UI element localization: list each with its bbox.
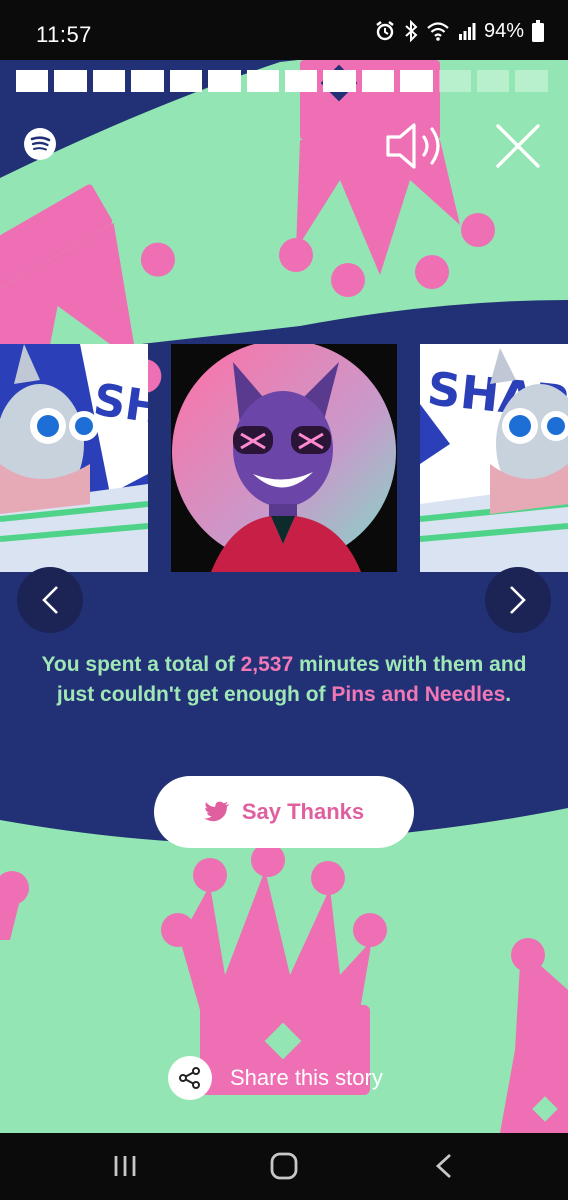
share-icon-circle <box>168 1056 212 1100</box>
spotify-logo-icon <box>24 128 56 160</box>
progress-segment <box>323 70 356 92</box>
home-icon[interactable] <box>268 1151 300 1181</box>
status-time: 11:57 <box>36 22 92 47</box>
progress-segment <box>16 70 49 92</box>
recent-apps-icon[interactable] <box>110 1151 140 1181</box>
say-thanks-label: Say Thanks <box>241 799 365 824</box>
listening-summary: You spent a total of 2,537 minutes with … <box>40 650 528 710</box>
speaker-icon[interactable] <box>384 118 454 174</box>
album-art-current[interactable] <box>171 344 397 572</box>
artist-name: Pins and Needles <box>331 683 506 706</box>
progress-segment <box>438 70 472 92</box>
progress-segment <box>92 70 126 92</box>
progress-segment <box>54 70 87 92</box>
progress-segment <box>515 70 548 92</box>
share-icon <box>179 1067 200 1089</box>
artwork-carousel: SHAPES SHAPES <box>0 344 568 572</box>
progress-segment <box>477 70 510 92</box>
status-icons: 94% <box>374 18 544 44</box>
progress-segment <box>208 70 241 92</box>
album-art-next[interactable]: SHAPES <box>420 344 568 572</box>
back-icon[interactable] <box>430 1151 458 1181</box>
battery-percentage: 94% <box>483 19 524 42</box>
share-label: Share this story <box>230 1065 383 1090</box>
progress-segment <box>284 70 318 92</box>
album-art-previous[interactable]: SHAPES <box>0 344 148 572</box>
battery-icon <box>532 20 544 42</box>
twitter-icon <box>203 801 229 822</box>
summary-suffix: . <box>505 683 512 706</box>
alarm-icon <box>376 21 394 41</box>
progress-segment <box>246 70 279 92</box>
system-nav-bar <box>0 1133 568 1200</box>
story-background <box>0 60 568 1133</box>
previous-artist-button[interactable] <box>17 567 83 633</box>
progress-segment <box>169 70 203 92</box>
chevron-left-icon <box>42 586 58 614</box>
progress-segment <box>400 70 433 92</box>
progress-segment <box>361 70 395 92</box>
chevron-right-icon <box>510 586 526 614</box>
wifi-icon <box>427 22 449 41</box>
status-bar: 11:57 94% <box>0 0 568 60</box>
close-icon[interactable] <box>494 122 542 170</box>
minutes-value: 2,537 <box>240 653 294 676</box>
story-card[interactable]: SHAPES SHAPES You spent a total of 2,537… <box>0 60 568 1133</box>
progress-segment <box>131 70 164 92</box>
signal-icon <box>458 23 476 40</box>
summary-prefix: You spent a total of <box>41 653 241 676</box>
next-artist-button[interactable] <box>485 567 551 633</box>
say-thanks-button[interactable]: Say Thanks <box>154 776 414 848</box>
bluetooth-icon <box>405 20 418 42</box>
share-story-button[interactable]: Share this story <box>168 1056 383 1100</box>
story-progress-bar <box>16 70 548 92</box>
